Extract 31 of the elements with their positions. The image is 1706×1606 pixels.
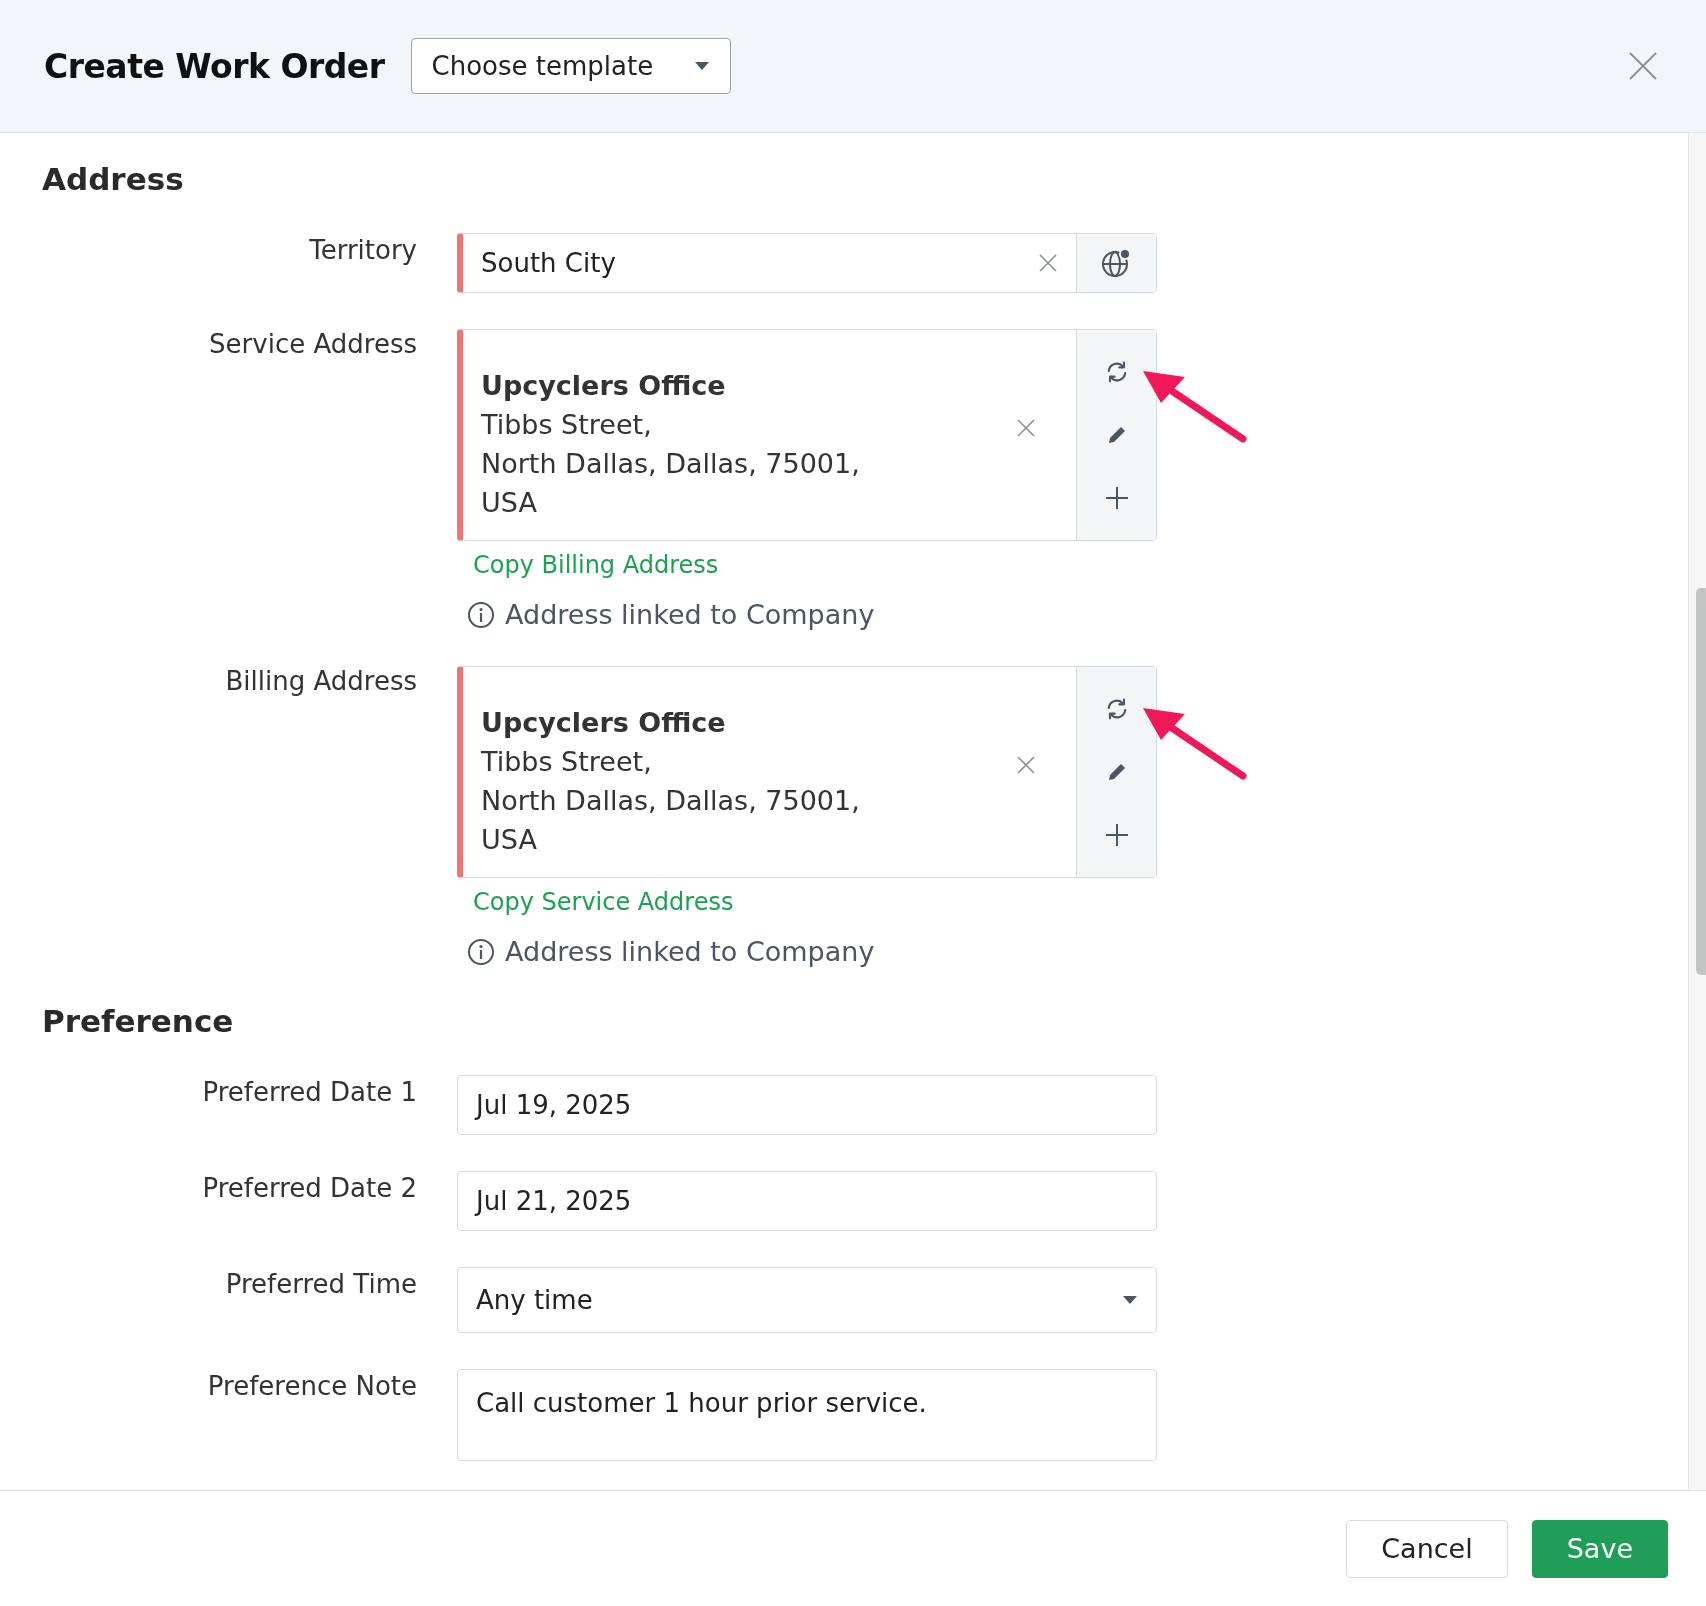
field-label: Preferred Date 2 [201,1172,417,1205]
info-text: Address linked to Company [505,599,875,630]
caret-icon [1122,1295,1138,1305]
field-label: Preferred Time [224,1268,417,1301]
field-label: Territory [308,234,417,267]
clear-icon[interactable] [1038,253,1058,273]
info-icon [467,600,495,629]
date-field[interactable]: Jul 21, 2025 [457,1171,1157,1231]
address-field[interactable]: Upcyclers Office Tibbs Street, North Dallas, Dallas, 75001, USA [457,329,1157,541]
section-title: Address [42,161,185,197]
clear-icon[interactable] [1016,755,1036,775]
caret-icon [693,61,710,71]
address-text: Upcyclers Office Tibbs Street, North Dallas, Dallas, 75001, USA [481,369,860,520]
date-field[interactable]: Jul 19, 2025 [457,1075,1157,1135]
cancel-button[interactable]: Cancel [1346,1519,1508,1578]
clear-icon[interactable] [1016,418,1036,438]
scrollbar-thumb[interactable] [1696,588,1706,975]
time-select[interactable]: Any time [457,1267,1157,1333]
section-title: Preference [42,1003,235,1039]
info-icon [467,937,495,966]
address-field[interactable]: Upcyclers Office Tibbs Street, North Dallas, Dallas, 75001, USA [457,666,1157,878]
field-label: Preference Note [206,1370,417,1403]
field-label: Preferred Date 1 [201,1076,417,1109]
dialog-title: Create Work Order [44,46,385,86]
field-label: Billing Address [224,666,417,698]
field-label: Service Address [208,329,417,361]
info-text: Address linked to Company [505,936,875,967]
note-field[interactable]: Call customer 1 hour prior service. [457,1369,1157,1461]
address-text: Upcyclers Office Tibbs Street, North Dallas, Dallas, 75001, USA [481,706,860,857]
template-select[interactable]: Choose template [410,38,731,94]
territory-field[interactable]: South City [457,233,1157,293]
